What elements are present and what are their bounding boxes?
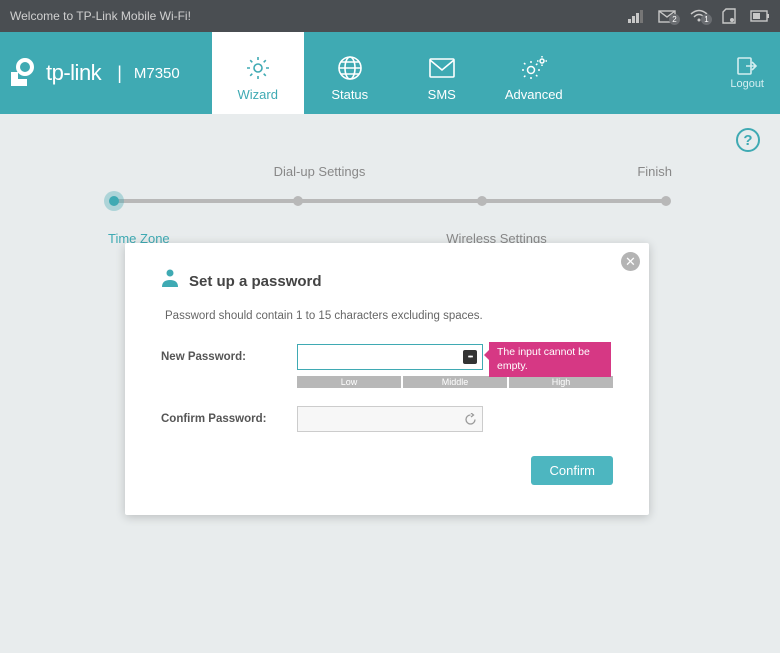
strength-mid: Middle: [403, 376, 507, 388]
password-modal: ✕ Set up a password Password should cont…: [125, 243, 649, 515]
strength-high: High: [509, 376, 613, 388]
modal-title: Set up a password: [189, 273, 322, 290]
modal-overlay: ✕ Set up a password Password should cont…: [0, 0, 780, 653]
error-tooltip: The input cannot be empty.: [489, 342, 611, 377]
strength-low: Low: [297, 376, 401, 388]
user-icon: [161, 269, 179, 294]
modal-description: Password should contain 1 to 15 characte…: [165, 310, 613, 322]
password-strength: Low Middle High: [297, 376, 613, 388]
new-password-input[interactable]: [297, 344, 483, 370]
close-icon[interactable]: ✕: [621, 252, 640, 271]
toggle-password-icon[interactable]: [463, 350, 477, 364]
new-password-label: New Password:: [161, 351, 297, 363]
confirm-password-input[interactable]: [297, 406, 483, 432]
refresh-icon[interactable]: [463, 412, 477, 426]
confirm-password-label: Confirm Password:: [161, 413, 297, 425]
confirm-button[interactable]: Confirm: [531, 456, 613, 485]
